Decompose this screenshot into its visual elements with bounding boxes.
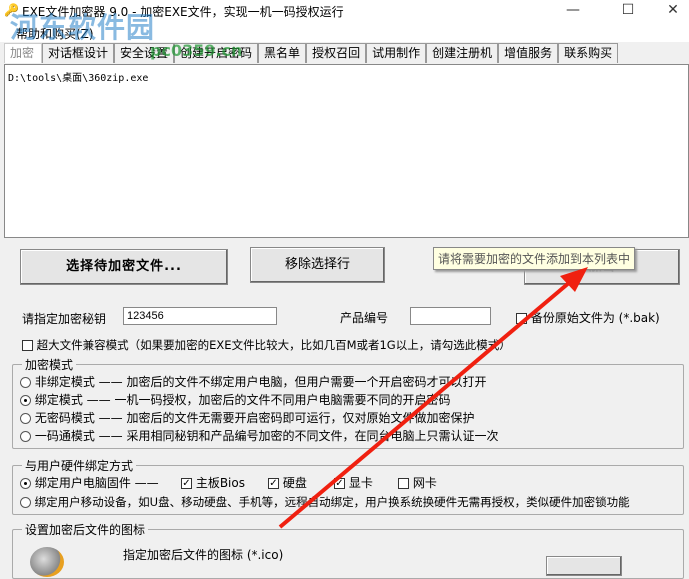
tab-keygen[interactable]: 创建注册机 — [426, 43, 499, 63]
tab-trial[interactable]: 试用制作 — [366, 43, 427, 63]
file-list[interactable]: D:\tools\桌面\360zip.exe — [4, 64, 689, 238]
product-input[interactable] — [410, 307, 491, 325]
option-label: 非绑定模式 —— 加密后的文件不绑定用户电脑，但用户需要一个开启密码才可以打开 — [34, 375, 487, 389]
watermark-logo: 河东软件园 — [10, 6, 155, 46]
tab-contact[interactable]: 联系购买 — [558, 43, 619, 63]
tab-blacklist[interactable]: 黑名单 — [258, 43, 307, 63]
key-label: 请指定加密秘钥 — [22, 312, 107, 326]
remove-row-button[interactable]: 移除选择行 — [250, 247, 385, 283]
maximize-button[interactable]: ☐ — [605, 0, 651, 22]
tab-open-password[interactable]: 创建开启密码 — [174, 43, 259, 63]
mode-option-onecode[interactable]: 一码通模式 —— 采用相同秘钥和产品编号加密的不同文件，在同台电脑上只需认证一次 — [20, 427, 498, 444]
select-file-button[interactable]: 选择待加密文件... — [20, 249, 228, 285]
nic-checkbox[interactable]: 网卡 — [398, 474, 437, 491]
tab-dialog-design[interactable]: 对话框设计 — [42, 43, 115, 63]
mode-option-bound[interactable]: 绑定模式 —— 一机一码授权，加密后的文件不同用户电脑需要不同的开启密码 — [20, 391, 450, 408]
firmware-label: 绑定用户电脑固件 —— — [34, 476, 159, 490]
backup-checkbox[interactable]: 备份原始文件为 (*.bak) — [516, 309, 660, 326]
mobile-radio[interactable]: 绑定用户移动设备，如U盘、移动硬盘、手机等，远程自动绑定，用户换系统换硬件无需再… — [20, 494, 630, 510]
file-list-item[interactable]: D:\tools\桌面\360zip.exe — [8, 69, 685, 84]
tab-security[interactable]: 安全设置 — [114, 43, 175, 63]
large-file-checkbox[interactable]: 超大文件兼容模式（如果要加密的EXE文件比较大，比如几百M或者1G以上，请勾选此… — [22, 337, 511, 353]
option-label: 一码通模式 —— 采用相同秘钥和产品编号加密的不同文件，在同台电脑上只需认证一次 — [34, 429, 499, 443]
disk-checkbox[interactable]: ✓ 硬盘 — [268, 474, 307, 491]
browse-icon-button[interactable] — [546, 556, 622, 576]
checkbox-box[interactable] — [22, 340, 33, 351]
icon-group-title: 设置加密后文件的图标 — [22, 521, 149, 538]
key-input[interactable] — [123, 307, 277, 325]
checkbox-box[interactable] — [516, 313, 527, 324]
gpu-label: 显卡 — [348, 476, 373, 490]
mode-option-nopassword[interactable]: 无密码模式 —— 加密后的文件无需要开启密码即可运行，仅对原始文件做加密保护 — [20, 409, 474, 426]
firmware-radio[interactable]: 绑定用户电脑固件 —— — [20, 474, 159, 491]
option-label: 绑定模式 —— 一机一码授权，加密后的文件不同用户电脑需要不同的开启密码 — [34, 393, 451, 407]
backup-label: 备份原始文件为 (*.bak) — [530, 311, 660, 325]
large-file-label: 超大文件兼容模式（如果要加密的EXE文件比较大，比如几百M或者1G以上，请勾选此… — [36, 338, 511, 352]
icon-label: 指定加密后文件的图标 (*.ico) — [123, 548, 284, 562]
watermark-text: 河东软件园 — [10, 11, 156, 44]
hardware-title: 与用户硬件绑定方式 — [22, 457, 137, 474]
bios-label: 主板Bios — [195, 476, 245, 490]
gpu-checkbox[interactable]: ✓ 显卡 — [334, 474, 373, 491]
disk-label: 硬盘 — [282, 476, 307, 490]
product-label: 产品编号 — [340, 311, 389, 325]
mobile-label: 绑定用户移动设备，如U盘、移动硬盘、手机等，远程自动绑定，用户换系统换硬件无需再… — [34, 495, 630, 509]
tab-services[interactable]: 增值服务 — [498, 43, 559, 63]
tab-revoke[interactable]: 授权召回 — [306, 43, 367, 63]
mode-title: 加密模式 — [22, 356, 77, 373]
tooltip: 请将需要加密的文件添加到本列表中 — [433, 247, 636, 270]
close-button[interactable]: ✕ — [650, 0, 689, 22]
file-icon-preview — [30, 547, 64, 577]
tab-encrypt[interactable]: 加密 — [4, 43, 42, 63]
minimize-button[interactable]: — — [550, 0, 596, 22]
tab-bar: 加密 对话框设计 安全设置 创建开启密码 黑名单 授权召回 试用制作 创建注册机… — [4, 43, 619, 63]
bios-checkbox[interactable]: ✓ 主板Bios — [181, 474, 245, 491]
option-label: 无密码模式 —— 加密后的文件无需要开启密码即可运行，仅对原始文件做加密保护 — [34, 411, 475, 425]
nic-label: 网卡 — [412, 476, 437, 490]
mode-option-unbound[interactable]: 非绑定模式 —— 加密后的文件不绑定用户电脑，但用户需要一个开启密码才可以打开 — [20, 373, 486, 390]
